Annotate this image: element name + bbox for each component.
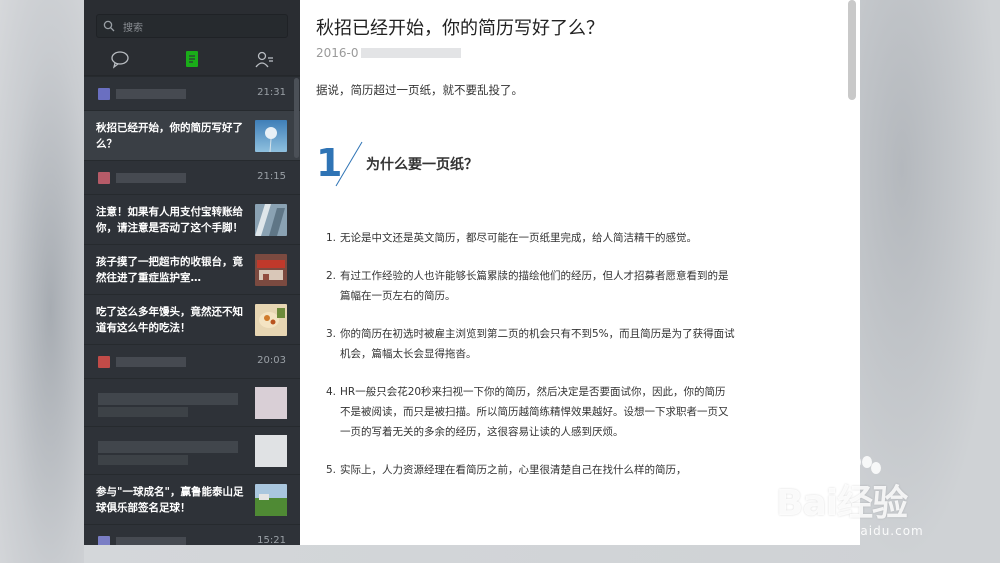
article-title: 吃了这么多年馒头，竟然还不知道有这么牛的吃法！ bbox=[96, 305, 243, 334]
list-item[interactable]: 参与"一球成名"，赢鲁能泰山足球俱乐部签名足球！ bbox=[84, 474, 300, 524]
sender-name-redacted bbox=[116, 536, 186, 545]
sender-row[interactable]: 15:21 bbox=[84, 524, 300, 545]
redacted-title bbox=[98, 455, 188, 465]
slash-divider-icon bbox=[335, 141, 363, 187]
supermarket-thumbnail bbox=[255, 254, 287, 286]
sender-name-redacted bbox=[116, 88, 186, 99]
section-title: 为什么要一页纸？ bbox=[366, 157, 478, 173]
redacted-thumbnail bbox=[255, 387, 287, 419]
date-text: 2016-0 bbox=[316, 46, 359, 60]
avatar bbox=[98, 355, 110, 368]
date-redacted bbox=[360, 48, 461, 58]
sender-row[interactable]: 21:15 bbox=[84, 160, 300, 194]
watermark-url: jingyan.baidu.com bbox=[796, 524, 924, 538]
sidebar: 搜索 21:31 秋招已经开始，你的简历写好了么？ 21:15 注意！如果有人用… bbox=[84, 0, 300, 545]
search-area: 搜索 bbox=[84, 0, 300, 42]
contacts-icon bbox=[255, 51, 273, 67]
chat-icon bbox=[111, 50, 129, 69]
list-item[interactable]: 秋招已经开始，你的简历写好了么？ bbox=[84, 110, 300, 160]
football-field-thumbnail bbox=[255, 484, 287, 516]
avatar bbox=[98, 171, 110, 184]
article-title: 孩子摸了一把超市的收银台，竟然往进了重症监护室… bbox=[96, 255, 243, 284]
baidu-watermark: Bai经验 jingyan.baidu.com bbox=[766, 456, 976, 546]
background-left bbox=[0, 0, 84, 563]
redacted-thumbnail bbox=[255, 435, 287, 467]
list-item: 4. HR一般只会花20秒来扫视一下你的简历，然后决定是否要面试你，因此，你的简历… bbox=[326, 386, 729, 438]
redacted-list-item[interactable] bbox=[84, 378, 300, 426]
lead-paragraph: 据说，简历超过一页纸，就不要乱投了。 bbox=[316, 83, 523, 97]
redacted-list-item[interactable] bbox=[84, 426, 300, 474]
timestamp: 21:31 bbox=[257, 87, 286, 98]
list-item[interactable]: 孩子摸了一把超市的收银台，竟然往进了重症监护室… bbox=[84, 244, 300, 294]
tab-articles[interactable] bbox=[177, 46, 207, 72]
sender-name-redacted bbox=[116, 172, 186, 183]
timestamp: 21:15 bbox=[257, 171, 286, 182]
redacted-title bbox=[98, 441, 238, 453]
article-title: 注意！如果有人用支付宝转账给你，请注意是否动了这个手脚！ bbox=[96, 205, 243, 234]
search-placeholder: 搜索 bbox=[123, 22, 143, 34]
feed-list: 21:31 秋招已经开始，你的简历写好了么？ 21:15 注意！如果有人用支付宝… bbox=[84, 76, 300, 545]
list-item: 3. 你的简历在初选时被雇主浏览到第二页的机会只有不到5%，而且简历是为了获得面试… bbox=[326, 328, 735, 360]
publish-date: 2016-0 bbox=[316, 46, 860, 60]
list-item: 1. 无论是中文还是英文简历，都尽可能在一页纸里完成，给人简洁精干的感觉。 bbox=[326, 232, 697, 244]
list-item: 2. 有过工作经验的人也许能够长篇累牍的描绘他们的经历，但人才招募者愿意看到的是篇… bbox=[326, 270, 729, 302]
search-icon bbox=[103, 20, 115, 32]
sidebar-nav bbox=[84, 42, 300, 76]
sender-name-redacted bbox=[116, 356, 186, 367]
dandelion-thumbnail bbox=[255, 120, 287, 152]
article-icon bbox=[186, 50, 198, 67]
sidebar-scrollbar[interactable] bbox=[294, 78, 299, 158]
content-scrollbar[interactable] bbox=[848, 0, 856, 100]
list-item[interactable]: 注意！如果有人用支付宝转账给你，请注意是否动了这个手脚！ bbox=[84, 194, 300, 244]
page-title: 秋招已经开始，你的简历写好了么？ bbox=[316, 18, 604, 39]
list-item[interactable]: 吃了这么多年馒头，竟然还不知道有这么牛的吃法！ bbox=[84, 294, 300, 344]
building-thumbnail bbox=[255, 204, 287, 236]
tab-chats[interactable] bbox=[105, 46, 135, 72]
sender-row[interactable]: 21:31 bbox=[84, 76, 300, 110]
reason-list: 1. 无论是中文还是英文简历，都尽可能在一页纸里完成，给人简洁精干的感觉。 2. 有… bbox=[326, 228, 736, 480]
food-thumbnail bbox=[255, 304, 287, 336]
sender-row[interactable]: 20:03 bbox=[84, 344, 300, 378]
avatar bbox=[98, 535, 110, 545]
tab-contacts[interactable] bbox=[249, 46, 279, 72]
section-heading: 1 为什么要一页纸？ bbox=[316, 140, 860, 200]
avatar bbox=[98, 87, 110, 100]
article-title: 参与"一球成名"，赢鲁能泰山足球俱乐部签名足球！ bbox=[96, 485, 244, 514]
timestamp: 15:21 bbox=[257, 535, 286, 545]
redacted-title bbox=[98, 407, 188, 417]
timestamp: 20:03 bbox=[257, 355, 286, 366]
article-title: 秋招已经开始，你的简历写好了么？ bbox=[96, 121, 243, 150]
list-item: 5. 实际上，人力资源经理在看简历之前，心里很清楚自己在找什么样的简历， bbox=[326, 464, 687, 476]
watermark-logo: Bai经验 bbox=[776, 483, 908, 524]
search-input[interactable]: 搜索 bbox=[96, 14, 288, 38]
redacted-title bbox=[98, 393, 238, 405]
